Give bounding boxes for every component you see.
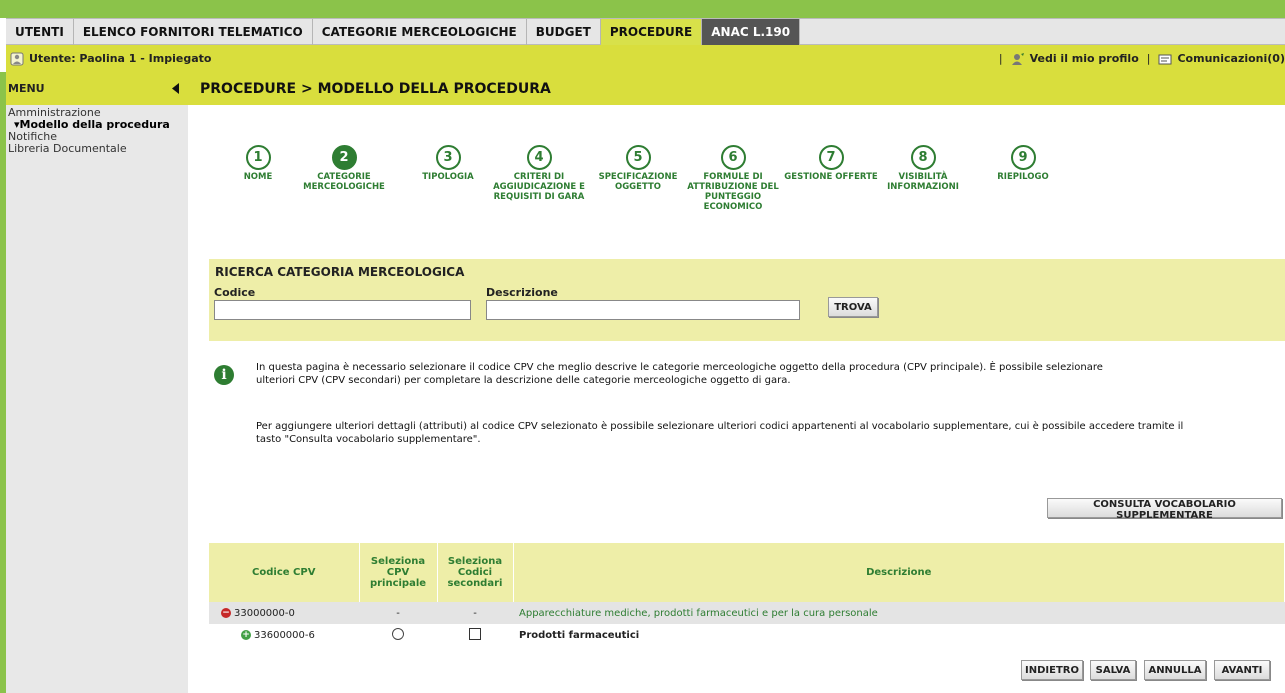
sidebar-item-libreria[interactable]: Libreria Documentale <box>6 143 188 155</box>
code-cell: − 33000000-0 <box>209 602 359 624</box>
user-label: Utente: Paolina 1 - Impiegato <box>29 52 212 65</box>
step-8[interactable]: 8 VISIBILITÀ INFORMAZIONI <box>873 145 973 192</box>
consult-vocabulary-button[interactable]: CONSULTA VOCABOLARIO SUPPLEMENTARE <box>1047 498 1282 521</box>
step-label: TIPOLOGIA <box>422 172 474 182</box>
main-nav: UTENTI ELENCO FORNITORI TELEMATICO CATEG… <box>6 18 1285 45</box>
expand-icon[interactable]: + <box>241 630 251 640</box>
step-7[interactable]: 7 GESTIONE OFFERTE <box>781 145 881 182</box>
divider: | <box>998 52 1003 65</box>
cpv-code: 33600000-6 <box>254 629 315 641</box>
next-button[interactable]: AVANTI <box>1214 660 1270 680</box>
step-label: SPECIFICAZIONE OGGETTO <box>598 172 678 192</box>
main-cell <box>359 624 437 646</box>
header-main: Seleziona CPV principale <box>359 543 438 602</box>
tab-categorie-merceologiche[interactable]: CATEGORIE MERCEOLOGICHE <box>313 19 527 45</box>
main-content: PROCEDURE > MODELLO DELLA PROCEDURA 1 NO… <box>188 72 1285 693</box>
step-label: VISIBILITÀ INFORMAZIONI <box>887 172 959 192</box>
step-4[interactable]: 4 CRITERI DI AGGIUDICAZIONE E REQUISITI … <box>491 145 587 202</box>
profile-link[interactable]: Vedi il mio profilo <box>1030 52 1139 65</box>
step-1[interactable]: 1 NOME <box>208 145 308 182</box>
table-row: + 33600000-6 Prodotti farmaceutici <box>209 624 1285 646</box>
info-text-4: tasto "Consulta vocabolario supplementar… <box>256 434 481 445</box>
info-text-1: In questa pagina è necessario selezionar… <box>256 362 1103 373</box>
page-title: PROCEDURE > MODELLO DELLA PROCEDURA <box>188 72 1285 105</box>
step-label: FORMULE DI ATTRIBUZIONE DEL PUNTEGGIO EC… <box>687 172 779 212</box>
wizard-steps: 1 NOME 2 CATEGORIE MERCEOLOGICHE 3 TIPOL… <box>188 145 1285 235</box>
step-number: 7 <box>818 145 844 170</box>
step-label: CATEGORIE MERCEOLOGICHE <box>303 172 385 192</box>
tab-anac[interactable]: ANAC L.190 <box>702 19 801 45</box>
search-panel: RICERCA CATEGORIA MERCEOLOGICA Codice De… <box>209 259 1285 341</box>
user-bar: Utente: Paolina 1 - Impiegato | Vedi il … <box>6 45 1285 72</box>
messages-icon <box>1158 54 1172 64</box>
step-number: 4 <box>526 145 552 170</box>
description-cell: Apparecchiature mediche, prodotti farmac… <box>513 602 1285 624</box>
sidebar: MENU Amministrazione ▾Modello della proc… <box>0 72 188 693</box>
step-number: 6 <box>720 145 746 170</box>
step-9[interactable]: 9 RIEPILOGO <box>973 145 1073 182</box>
profile-icon <box>1011 52 1024 65</box>
secondary-cell: - <box>437 602 513 624</box>
current-user: Utente: Paolina 1 - Impiegato <box>6 52 211 66</box>
info-text-3: Per aggiungere ulteriori dettagli (attri… <box>256 421 1184 432</box>
step-label: NOME <box>243 172 273 182</box>
code-label: Codice <box>214 286 256 299</box>
menu-title: MENU <box>8 82 45 95</box>
sidebar-header: MENU <box>6 72 188 105</box>
step-number: 9 <box>1010 145 1036 170</box>
main-cell: - <box>359 602 437 624</box>
search-title: RICERCA CATEGORIA MERCEOLOGICA <box>215 265 465 279</box>
step-number: 8 <box>910 145 936 170</box>
step-label: CRITERI DI AGGIUDICAZIONE E REQUISITI DI… <box>493 172 585 202</box>
description-label: Descrizione <box>486 286 558 299</box>
tab-procedure[interactable]: PROCEDURE <box>600 19 703 45</box>
search-button[interactable]: TROVA <box>828 297 878 317</box>
secondary-cpv-checkbox[interactable] <box>469 627 481 640</box>
header-code: Codice CPV <box>209 543 360 602</box>
divider: | <box>1146 52 1151 65</box>
step-5[interactable]: 5 SPECIFICAZIONE OGGETTO <box>588 145 688 192</box>
description-input[interactable] <box>486 300 800 320</box>
tab-elenco-fornitori[interactable]: ELENCO FORNITORI TELEMATICO <box>74 19 313 45</box>
step-label: RIEPILOGO <box>997 172 1049 182</box>
back-button[interactable]: INDIETRO <box>1021 660 1083 680</box>
header-secondary: Seleziona Codici secondari <box>437 543 514 602</box>
header-description: Descrizione <box>513 543 1285 602</box>
tab-utenti[interactable]: UTENTI <box>6 19 74 45</box>
step-label: GESTIONE OFFERTE <box>784 172 878 182</box>
secondary-cell <box>437 624 513 646</box>
code-input[interactable] <box>214 300 471 320</box>
collapse-arrow-icon[interactable] <box>172 83 180 94</box>
step-2[interactable]: 2 CATEGORIE MERCEOLOGICHE <box>295 145 393 192</box>
top-border <box>0 0 1285 18</box>
collapse-icon[interactable]: − <box>221 608 231 618</box>
user-links: | Vedi il mio profilo | Comunicazioni(0) <box>991 52 1285 66</box>
step-6[interactable]: 6 FORMULE DI ATTRIBUZIONE DEL PUNTEGGIO … <box>680 145 786 212</box>
cpv-table: Codice CPV Seleziona CPV principale Sele… <box>209 543 1285 646</box>
info-icon: i <box>214 365 234 385</box>
step-number: 2 <box>331 145 357 170</box>
messages-link[interactable]: Comunicazioni(0) <box>1177 52 1285 65</box>
step-number: 5 <box>625 145 651 170</box>
user-icon <box>10 52 24 65</box>
cpv-code: 33000000-0 <box>234 607 295 619</box>
table-row: − 33000000-0 - - Apparecchiature mediche… <box>209 602 1285 624</box>
tab-budget[interactable]: BUDGET <box>527 19 601 45</box>
description-cell: Prodotti farmaceutici <box>513 624 1285 646</box>
step-number: 1 <box>245 145 271 170</box>
code-cell: + 33600000-6 <box>209 624 359 646</box>
step-number: 3 <box>435 145 461 170</box>
main-cpv-radio[interactable] <box>392 627 404 640</box>
info-text-2: ulteriori CPV (CPV secondari) per comple… <box>256 375 791 386</box>
cancel-button[interactable]: ANNULLA <box>1144 660 1206 680</box>
step-3[interactable]: 3 TIPOLOGIA <box>398 145 498 182</box>
save-button[interactable]: SALVA <box>1090 660 1136 680</box>
